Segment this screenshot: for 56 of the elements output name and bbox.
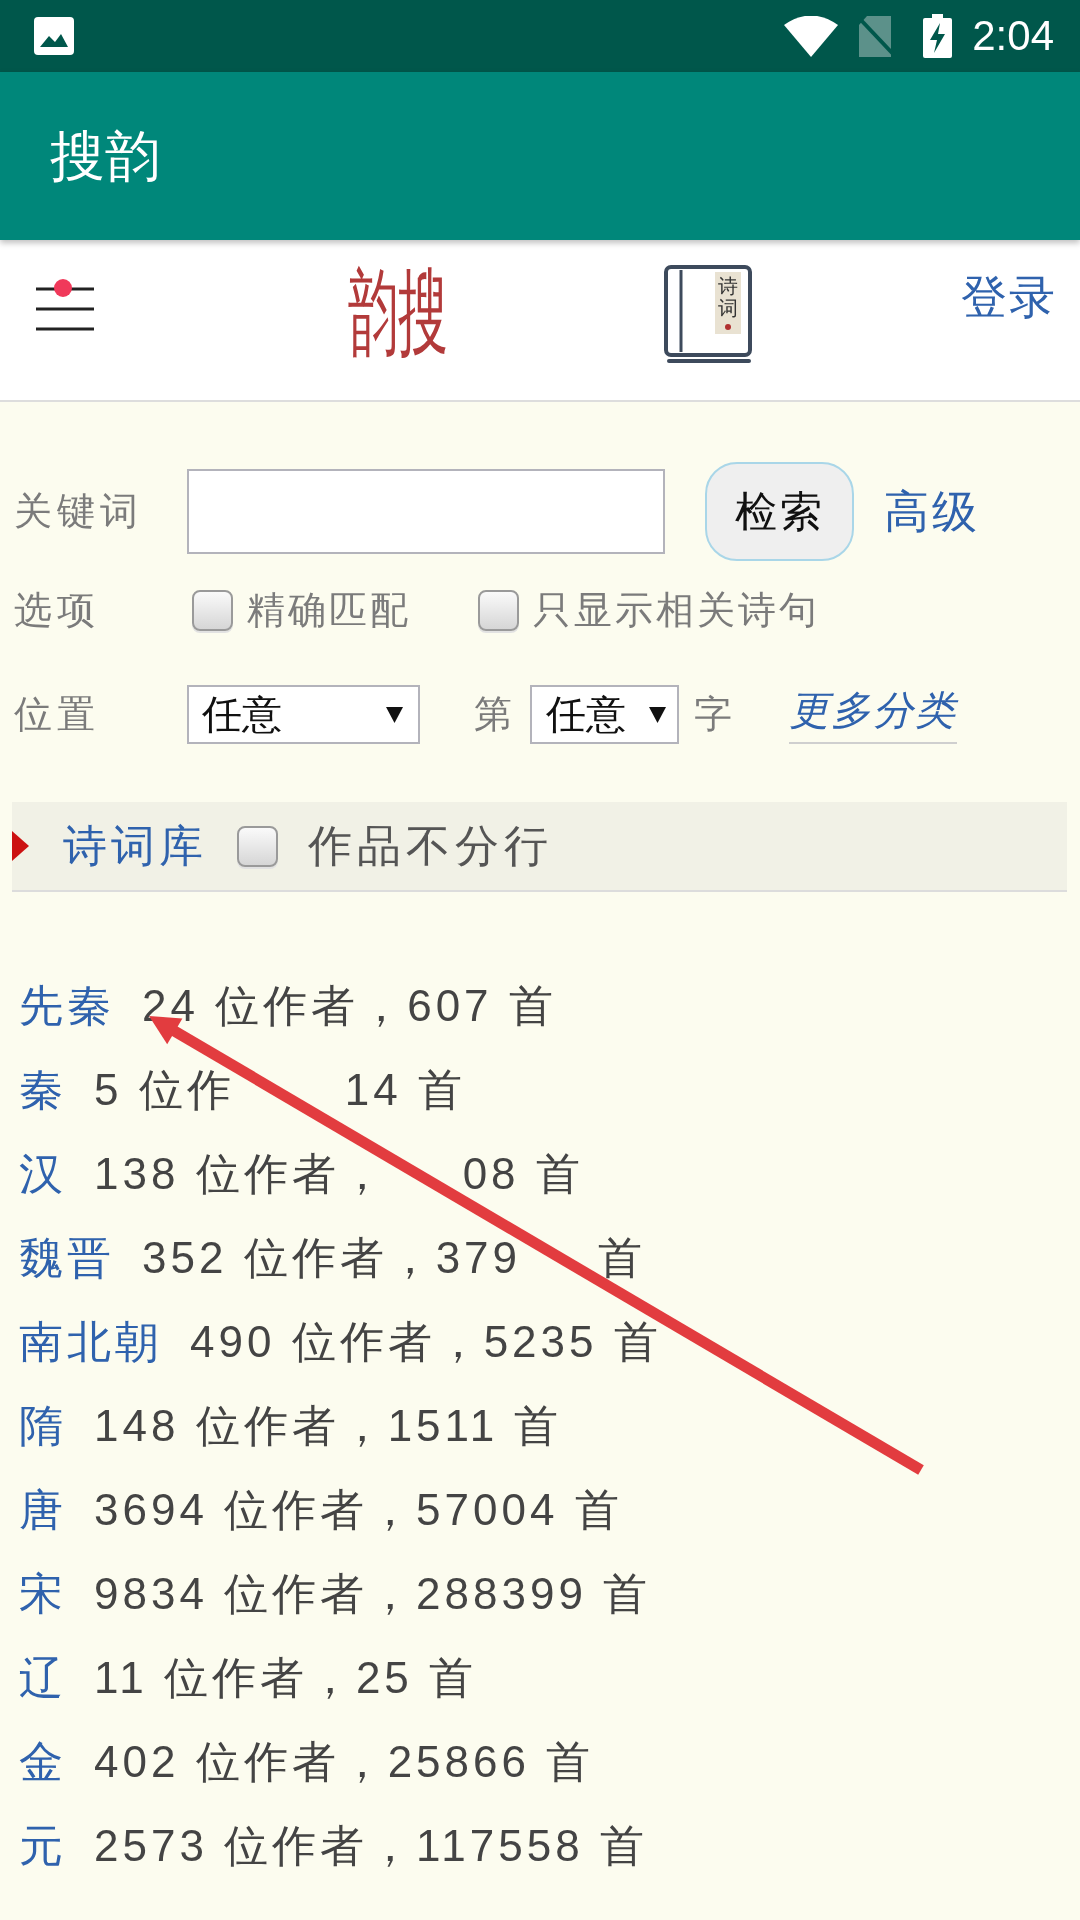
dynasty-stats: 138 位作者， [94, 1147, 388, 1200]
dynasty-link[interactable]: 宋 [19, 1564, 67, 1624]
image-icon [34, 17, 74, 55]
dynasty-link[interactable]: 隋 [19, 1396, 67, 1456]
dynasty-stats: 首 [598, 1231, 647, 1284]
more-categories-link[interactable]: 更多分类 [789, 685, 957, 744]
checkbox-label: 精确匹配 [247, 587, 411, 633]
dynasty-stats: 14 首 [344, 1063, 466, 1116]
dynasty-stats: 08 首 [462, 1147, 584, 1200]
dynasty-stats: 3694 位作者，57004 首 [94, 1483, 623, 1536]
checkbox-label: 只显示相关诗句 [533, 587, 820, 633]
menu-icon[interactable] [36, 287, 94, 331]
battery-charging-icon [923, 14, 953, 58]
dynasty-link[interactable]: 汉 [19, 1144, 67, 1204]
field-label: 选项 [14, 587, 101, 633]
notification-dot-icon [54, 279, 72, 297]
status-time: 2:04 [972, 15, 1054, 57]
dynasty-stats: 5 位作 [94, 1063, 235, 1116]
book-label: 诗词 [718, 275, 738, 319]
caret-icon [649, 706, 666, 723]
dynasty-stats: 11 位作者，25 首 [94, 1651, 478, 1704]
advanced-link[interactable]: 高级 [884, 481, 980, 542]
position-dropdown[interactable]: 任意 [187, 685, 420, 744]
dynasty-stats: 352 位作者，379 [142, 1231, 522, 1284]
character-dropdown[interactable]: 任意 [530, 685, 679, 744]
dynasty-link[interactable]: 金 [19, 1732, 67, 1792]
dynasty-stats: 402 位作者，25866 首 [94, 1735, 595, 1788]
dynasty-link[interactable]: 南北朝 [19, 1312, 163, 1372]
search-button[interactable]: 检索 [705, 462, 854, 561]
caret-icon [386, 706, 403, 723]
login-link[interactable]: 登录 [961, 272, 1057, 323]
dynasty-stats: 9834 位作者，288399 首 [94, 1567, 652, 1620]
field-label: 字 [694, 692, 732, 737]
dynasty-link[interactable]: 魏晋 [19, 1228, 115, 1288]
dynasty-link[interactable]: 元 [19, 1816, 67, 1876]
field-label: 位置 [14, 692, 101, 737]
app-title: 搜韵 [50, 125, 160, 187]
dynasty-link[interactable]: 秦 [19, 1060, 67, 1120]
library-link[interactable]: 诗词库 [63, 816, 207, 876]
checkbox[interactable] [478, 589, 519, 631]
dynasty-stats: 2573 位作者，117558 首 [94, 1819, 648, 1872]
book-icon[interactable] [663, 264, 753, 365]
field-label: 第 [474, 692, 512, 737]
dynasty-stats: 490 位作者，5235 首 [190, 1315, 662, 1368]
dynasty-link[interactable]: 先秦 [19, 976, 115, 1036]
logo-text: 韵搜 [348, 265, 448, 361]
wifi-icon [784, 15, 839, 57]
checkbox[interactable] [237, 825, 278, 867]
dynasty-link[interactable]: 唐 [19, 1480, 67, 1540]
dynasty-link[interactable]: 辽 [19, 1648, 67, 1708]
keyword-input[interactable] [187, 469, 665, 554]
checkbox-label: 作品不分行 [308, 819, 553, 872]
field-label: 关键词 [14, 489, 144, 534]
checkbox[interactable] [192, 589, 233, 631]
dynasty-stats: 148 位作者，1511 首 [94, 1399, 563, 1452]
triangle-icon [12, 831, 29, 861]
